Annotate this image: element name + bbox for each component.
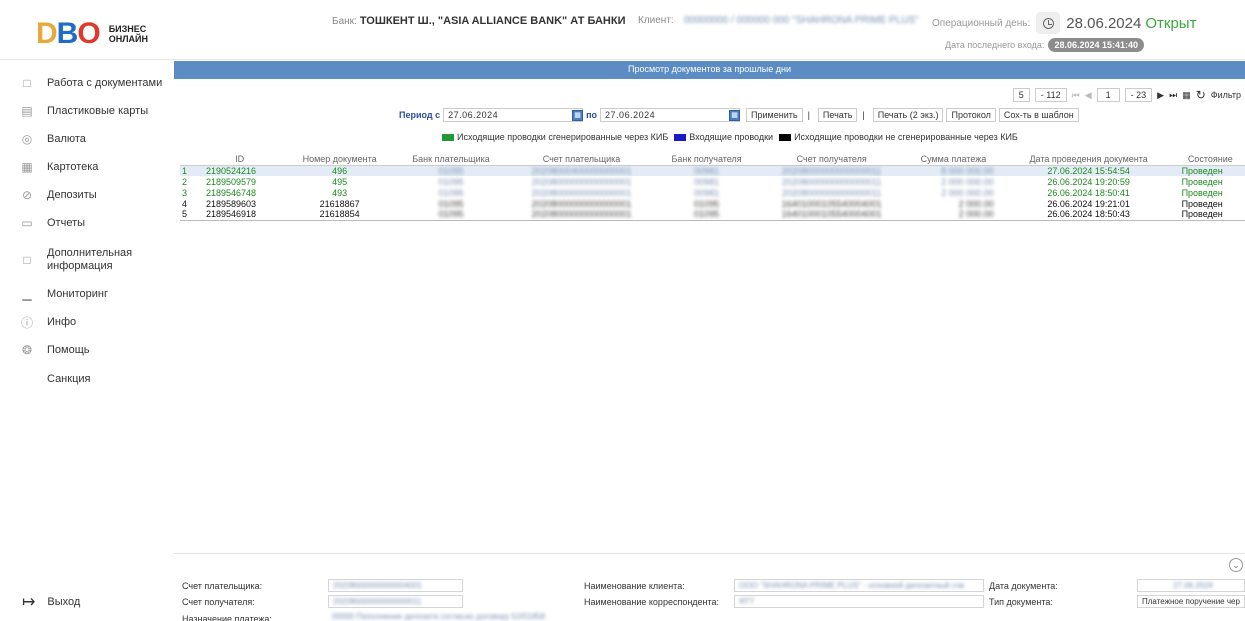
sidebar-item-cabinet[interactable]: ▦ Картотека <box>20 160 98 174</box>
sidebar-item-cards[interactable]: ▤ Пластиковые карты <box>20 104 148 118</box>
details-panel: ⌄ Счет плательщика: 20208000000000004001… <box>174 553 1245 621</box>
legend-swatch-blue <box>674 133 687 141</box>
page-count: - 23 <box>1124 88 1153 102</box>
print-button[interactable]: Печать <box>817 108 858 122</box>
doc-type-label: Тип документа: <box>989 597 1053 607</box>
first-page-icon[interactable]: ⏮ <box>1072 90 1080 101</box>
clock-icon <box>1036 12 1061 34</box>
recipient-account-field[interactable]: 20208000000000000011 <box>328 595 463 608</box>
next-page-icon[interactable]: ▶ <box>1157 90 1164 101</box>
panel-title: Просмотр документов за прошлые дни <box>174 61 1245 79</box>
save-template-button[interactable]: Сох-ть в шаблон <box>998 108 1079 122</box>
protocol-button[interactable]: Протокол <box>946 108 996 122</box>
client-name-label: Наименование клиента: <box>584 581 685 591</box>
col-payer-account[interactable]: Счет плательщика <box>507 154 656 166</box>
last-login-badge: 28.06.2024 15:41:40 <box>1048 38 1145 52</box>
date-to-input[interactable]: 27.06.2024 <box>600 108 741 122</box>
last-page-icon[interactable]: ⏭ <box>1169 90 1177 101</box>
logo[interactable]: DBO БИЗНЕС ОНЛАЙН <box>36 17 148 50</box>
table-row[interactable]: 3 2189546748 493 01095 20208000000000000… <box>180 187 1245 198</box>
table-row[interactable]: 2 2189509579 495 01095 20208000000000000… <box>180 176 1245 187</box>
cabinet-icon: ▦ <box>21 160 33 174</box>
logo-mark: DBO <box>36 17 101 50</box>
report-icon: ▭ <box>21 216 33 230</box>
opday-status: Открыт <box>1145 14 1197 32</box>
sidebar-item-monitoring[interactable]: ▁ Мониторинг <box>20 287 108 301</box>
date-from-input[interactable]: 27.06.2024 <box>443 108 584 122</box>
documents-icon: □ <box>23 76 31 90</box>
apply-button[interactable]: Применить <box>746 108 803 122</box>
legend-swatch-black <box>779 133 792 141</box>
info-bubble-icon: □ <box>23 253 31 267</box>
calendar-icon[interactable]: ▦ <box>572 109 584 121</box>
legend: Исходящие проводки сгенерированные через… <box>436 132 1018 142</box>
percent-icon: ⊘ <box>21 188 33 202</box>
sidebar-item-additional-info[interactable]: □ Дополнительная информация <box>20 247 147 273</box>
page-size-field[interactable]: 5 <box>1012 88 1030 102</box>
sidebar-item-currency[interactable]: ◎ Валюта <box>20 132 86 146</box>
bank-info: Банк: ТОШКЕНТ Ш., "ASIA ALLIANCE BANK" АТ… <box>332 15 626 27</box>
correspondent-name-field[interactable]: ЯТТ <box>734 595 984 608</box>
help-icon: ❂ <box>21 343 33 357</box>
page-number-field[interactable]: 1 <box>1096 88 1120 102</box>
pager: 5 - 112 ⏮ ◀ 1 - 23 ▶ ⏭ ▦ ↻ Фильтр <box>1012 88 1241 102</box>
sidebar-item-sanction[interactable]: Санкция <box>20 372 90 386</box>
documents-table: ID Номер документа Банк плательщика Счет… <box>180 154 1245 221</box>
col-doc-number[interactable]: Номер документа <box>285 154 395 166</box>
client-name: 00000000 / 000000 000 "SHAHRONA PRIME PL… <box>683 15 919 26</box>
table-row[interactable]: 5 2189546918 21618854 01095 202080000000… <box>180 209 1245 221</box>
client-name-field[interactable]: ООО "SHAHRONA PRIME PLUS" - основной деп… <box>734 579 984 592</box>
payer-account-field[interactable]: 20208000000000004001 <box>328 579 463 592</box>
info-icon: ⓘ <box>20 315 33 330</box>
col-id[interactable]: ID <box>194 154 286 166</box>
total-count: - 112 <box>1034 88 1067 102</box>
legend-swatch-green <box>442 133 454 141</box>
col-recipient-bank[interactable]: Банк получателя <box>655 154 759 166</box>
sidebar-item-info[interactable]: ⓘ Инфо <box>20 315 76 330</box>
currency-icon: ◎ <box>21 132 33 146</box>
sidebar: □ Работа с документами ▤ Пластиковые карты… <box>0 60 172 620</box>
sidebar-item-deposits[interactable]: ⊘ Депозиты <box>20 188 97 202</box>
col-date[interactable]: Дата проведения документа <box>1001 154 1176 166</box>
logout-button[interactable]: ↦ Выход <box>22 592 80 612</box>
logout-icon: ↦ <box>22 594 36 611</box>
col-recipient-account[interactable]: Счет получателя <box>758 154 906 166</box>
opday-date: 28.06.2024 <box>1066 14 1142 32</box>
export-excel-icon[interactable]: ▦ <box>1182 90 1191 101</box>
recipient-account-label: Счет получателя: <box>182 597 255 607</box>
print-2-copies-button[interactable]: Печать (2 экз.) <box>872 108 944 122</box>
card-icon: ▤ <box>21 104 33 118</box>
bank-name: ТОШКЕНТ Ш., "ASIA ALLIANCE BANK" АТ БАНК… <box>359 15 626 27</box>
correspondent-name-label: Наименование корреспондента: <box>584 597 720 607</box>
sidebar-item-reports[interactable]: ▭ Отчеты <box>20 216 85 230</box>
sidebar-item-help[interactable]: ❂ Помощь <box>20 343 90 357</box>
table-header: ID Номер документа Банк плательщика Счет… <box>180 154 1245 166</box>
col-state[interactable]: Состояние <box>1175 154 1245 166</box>
sidebar-item-documents[interactable]: □ Работа с документами <box>20 76 162 90</box>
top-header: DBO БИЗНЕС ОНЛАЙН Банк: ТОШКЕНТ Ш., "ASIA… <box>0 0 1245 60</box>
col-amount[interactable]: Сумма платежа <box>905 154 1002 166</box>
doc-type-field[interactable]: Платежное поручение чер <box>1137 595 1245 608</box>
monitor-chart-icon: ▁ <box>22 287 32 301</box>
operational-day: Операционный день: 28.06.2024 Открыт <box>932 12 1196 34</box>
filter-button[interactable]: Фильтр <box>1211 90 1241 100</box>
last-login: Дата последнего входа: 28.06.2024 15:41:… <box>945 38 1145 52</box>
doc-date-field[interactable]: 27.06.2024 <box>1137 579 1245 592</box>
doc-date-label: Дата документа: <box>989 581 1058 591</box>
payer-account-label: Счет плательщика: <box>182 581 263 591</box>
period-filter: Период с 27.06.2024 ▦ по 27.06.2024 ▦ Пр… <box>399 108 1079 122</box>
chevron-down-icon[interactable]: ⌄ <box>1229 558 1243 572</box>
col-payer-bank[interactable]: Банк плательщика <box>394 154 508 166</box>
table-row[interactable]: 4 2189589603 21618867 01095 202080000000… <box>180 198 1245 209</box>
documents-panel: Просмотр документов за прошлые дни 5 - 1… <box>174 61 1245 551</box>
calendar-icon[interactable]: ▦ <box>729 109 741 121</box>
logo-text: БИЗНЕС ОНЛАЙН <box>108 24 148 44</box>
prev-page-icon[interactable]: ◀ <box>1085 90 1092 101</box>
refresh-icon[interactable]: ↻ <box>1196 88 1206 102</box>
table-row[interactable]: 1 2190524216 496 01095 20208000400000000… <box>180 165 1245 176</box>
client-info: Клиент: 00000000 / 000000 000 "SHAHRONA P… <box>638 15 919 26</box>
